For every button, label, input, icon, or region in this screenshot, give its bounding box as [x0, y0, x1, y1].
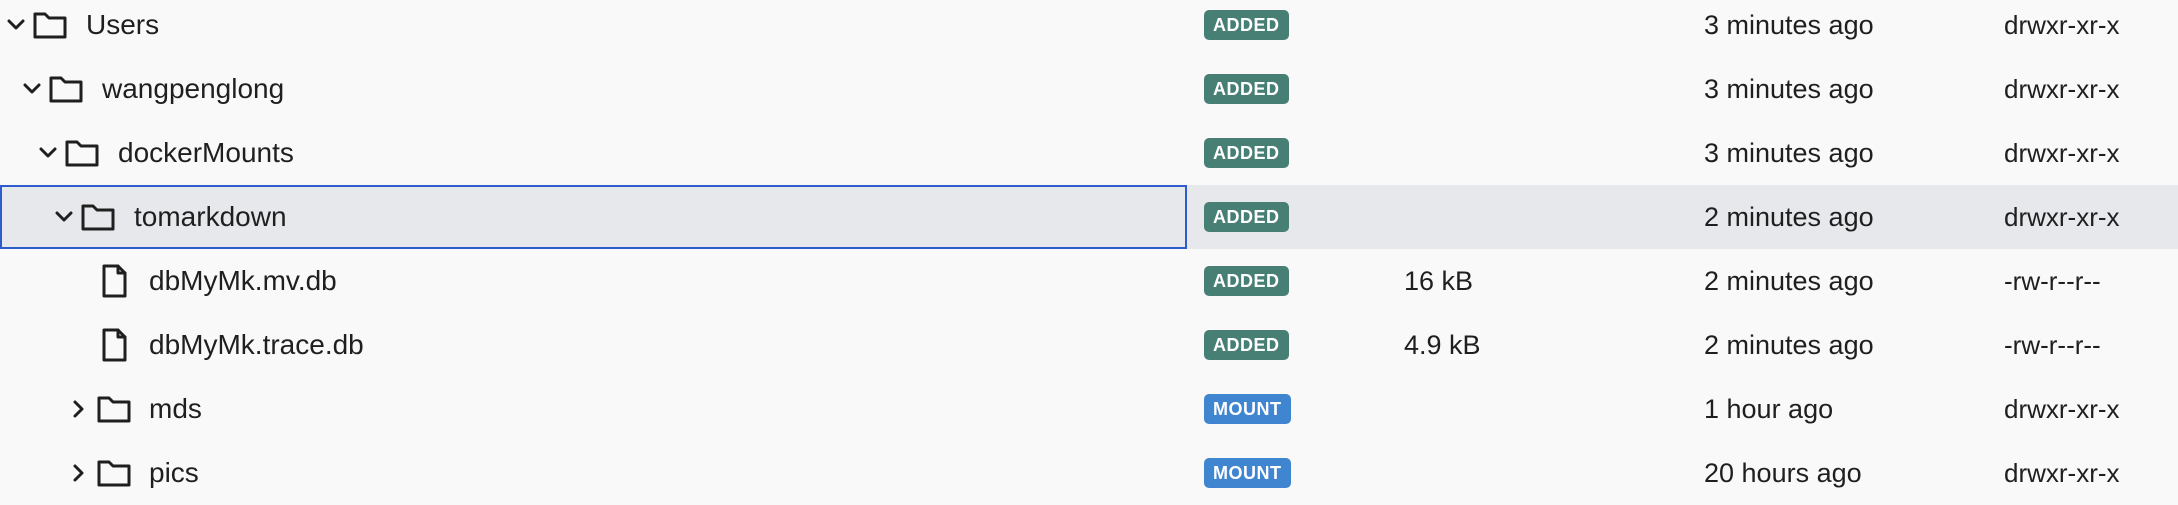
modified-value: 2 minutes ago: [1704, 330, 1874, 360]
modified-value: 3 minutes ago: [1704, 74, 1874, 104]
permissions-value: drwxr-xr-x: [2004, 138, 2120, 168]
tree-item-name: Users: [86, 9, 160, 40]
permissions-value: drwxr-xr-x: [2004, 202, 2120, 232]
chevron-down-icon[interactable]: [50, 201, 78, 233]
modified-value: 20 hours ago: [1704, 458, 1862, 488]
permissions-value: drwxr-xr-x: [2004, 458, 2120, 488]
modified-value: 2 minutes ago: [1704, 202, 1874, 232]
permissions-value: drwxr-xr-x: [2004, 10, 2120, 40]
file-tree: Users ADDED 3 minutes ago drwxr-xr-x wan…: [0, 0, 2178, 496]
tree-row[interactable]: dbMyMk.trace.db ADDED 4.9 kB 2 minutes a…: [0, 313, 2178, 377]
folder-icon: [97, 460, 131, 487]
tree-item-name: dbMyMk.mv.db: [149, 265, 337, 296]
status-badge: ADDED: [1204, 266, 1289, 296]
chevron-down-icon[interactable]: [18, 73, 46, 105]
permissions-value: drwxr-xr-x: [2004, 394, 2120, 424]
chevron-down-icon[interactable]: [34, 137, 62, 169]
file-icon: [102, 328, 127, 362]
name-cell: dbMyMk.mv.db: [0, 249, 1187, 313]
chevron-right-icon[interactable]: [64, 457, 92, 489]
name-cell: dbMyMk.trace.db: [0, 313, 1187, 377]
tree-item-name: wangpenglong: [102, 73, 285, 104]
name-cell: dockerMounts: [0, 121, 1187, 185]
name-cell: wangpenglong: [0, 57, 1187, 121]
folder-icon: [97, 396, 131, 423]
name-cell: Users: [0, 0, 1187, 57]
status-badge: ADDED: [1204, 330, 1289, 360]
status-badge: ADDED: [1204, 202, 1289, 232]
size-value: 16 kB: [1404, 266, 1474, 296]
permissions-value: -rw-r--r--: [2004, 266, 2101, 296]
folder-icon: [33, 12, 67, 39]
tree-item-name: dbMyMk.trace.db: [149, 329, 364, 360]
tree-row[interactable]: dbMyMk.mv.db ADDED 16 kB 2 minutes ago -…: [0, 249, 2178, 313]
tree-row[interactable]: wangpenglong ADDED 3 minutes ago drwxr-x…: [0, 57, 2178, 121]
modified-value: 1 hour ago: [1704, 394, 1834, 424]
tree-row[interactable]: Users ADDED 3 minutes ago drwxr-xr-x: [0, 0, 2178, 57]
size-value: 4.9 kB: [1404, 330, 1481, 360]
status-badge: MOUNT: [1204, 394, 1291, 424]
status-badge: MOUNT: [1204, 458, 1291, 488]
name-cell: mds: [0, 377, 1187, 441]
permissions-value: drwxr-xr-x: [2004, 74, 2120, 104]
tree-item-name: tomarkdown: [134, 201, 287, 232]
tree-row[interactable]: mds MOUNT 1 hour ago drwxr-xr-x: [0, 377, 2178, 441]
tree-item-name: mds: [149, 393, 202, 424]
modified-value: 2 minutes ago: [1704, 266, 1874, 296]
modified-value: 3 minutes ago: [1704, 138, 1874, 168]
tree-item-name: pics: [149, 457, 199, 488]
chevron-down-icon[interactable]: [2, 9, 30, 41]
file-icon: [102, 264, 127, 298]
permissions-value: -rw-r--r--: [2004, 330, 2101, 360]
name-cell: tomarkdown: [0, 185, 1187, 249]
tree-row-selected[interactable]: tomarkdown ADDED 2 minutes ago drwxr-xr-…: [0, 185, 2178, 249]
folder-icon: [65, 140, 99, 167]
name-cell: pics: [0, 441, 1187, 505]
folder-icon: [81, 204, 115, 231]
tree-row[interactable]: dockerMounts ADDED 3 minutes ago drwxr-x…: [0, 121, 2178, 185]
tree-row[interactable]: pics MOUNT 20 hours ago drwxr-xr-x: [0, 441, 2178, 505]
status-badge: ADDED: [1204, 74, 1289, 104]
chevron-right-icon[interactable]: [64, 393, 92, 425]
modified-value: 3 minutes ago: [1704, 10, 1874, 40]
folder-icon: [49, 76, 83, 103]
tree-item-name: dockerMounts: [118, 137, 294, 168]
status-badge: ADDED: [1204, 138, 1289, 168]
status-badge: ADDED: [1204, 10, 1289, 40]
